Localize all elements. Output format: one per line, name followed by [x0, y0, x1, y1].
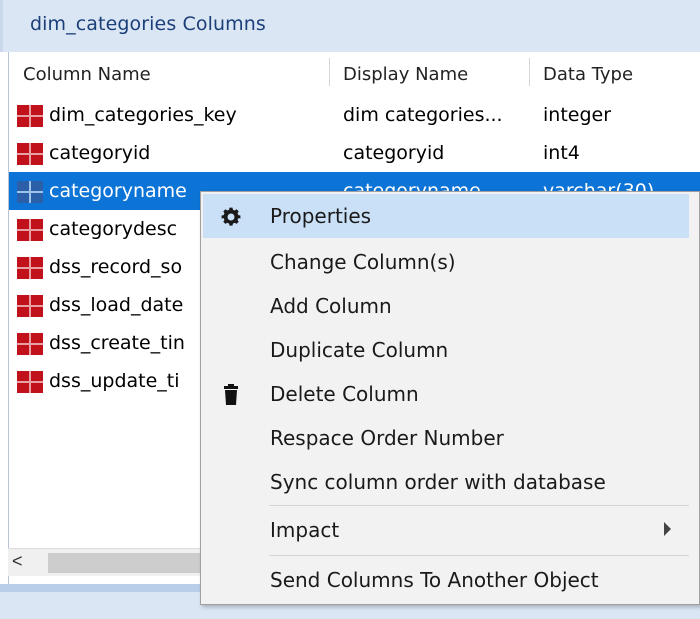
gear-icon — [221, 207, 241, 226]
column-icon — [17, 181, 43, 203]
menu-item-add-column[interactable]: Add Column — [203, 284, 689, 328]
scroll-left-arrow[interactable]: < — [12, 551, 23, 572]
table-row[interactable]: categoryid categoryid int4 — [9, 134, 700, 172]
menu-item-label: Change Column(s) — [270, 250, 456, 274]
column-separator[interactable] — [529, 58, 530, 86]
row-display: dim categories... — [343, 104, 503, 126]
panel-title-bar: dim_categories Columns — [0, 0, 700, 52]
column-icon — [17, 257, 43, 279]
row-name: categoryid — [49, 142, 151, 164]
column-icon — [17, 219, 43, 241]
menu-item-label: Add Column — [270, 294, 392, 318]
row-type: int4 — [543, 142, 580, 164]
menu-item-respace-order-number[interactable]: Respace Order Number — [203, 416, 689, 460]
row-display: categoryid — [343, 142, 445, 164]
column-header-data-type[interactable]: Data Type — [543, 52, 633, 96]
menu-item-label: Duplicate Column — [270, 338, 449, 362]
menu-item-sync-column-order-with-database[interactable]: Sync column order with database — [203, 460, 689, 504]
row-type: integer — [543, 104, 612, 126]
column-icon — [17, 295, 43, 317]
menu-item-delete-column[interactable]: Delete Column — [203, 372, 689, 416]
menu-item-duplicate-column[interactable]: Duplicate Column — [203, 328, 689, 372]
row-name: dim_categories_key — [49, 104, 237, 126]
column-separator[interactable] — [329, 58, 330, 86]
menu-item-send-columns-to-another-object[interactable]: Send Columns To Another Object — [203, 558, 689, 602]
menu-item-label: Impact — [270, 518, 340, 542]
submenu-arrow-icon — [664, 522, 671, 536]
menu-separator — [269, 555, 689, 556]
menu-item-label: Properties — [270, 204, 372, 228]
column-icon — [17, 371, 43, 393]
column-icon — [17, 143, 43, 165]
table-row[interactable]: dim_categories_key dim categories... integ… — [9, 96, 700, 134]
menu-item-label: Sync column order with database — [270, 470, 606, 494]
context-menu: Properties Change Column(s) Add Column Dupl… — [200, 191, 700, 605]
menu-separator — [269, 505, 689, 506]
column-header-name[interactable]: Column Name — [23, 52, 151, 96]
menu-item-properties[interactable]: Properties — [203, 194, 689, 238]
menu-item-impact[interactable]: Impact — [203, 508, 689, 552]
column-icon — [17, 333, 43, 355]
trash-icon — [224, 384, 238, 405]
menu-item-label: Send Columns To Another Object — [270, 568, 599, 592]
panel-title: dim_categories Columns — [30, 13, 266, 35]
menu-item-label: Respace Order Number — [270, 426, 504, 450]
columns-panel: dim_categories Columns Column Name Displ… — [0, 0, 700, 619]
column-icon — [17, 105, 43, 127]
column-header-display-name[interactable]: Display Name — [343, 52, 468, 96]
menu-item-change-column-s[interactable]: Change Column(s) — [203, 240, 689, 284]
menu-item-label: Delete Column — [270, 382, 419, 406]
